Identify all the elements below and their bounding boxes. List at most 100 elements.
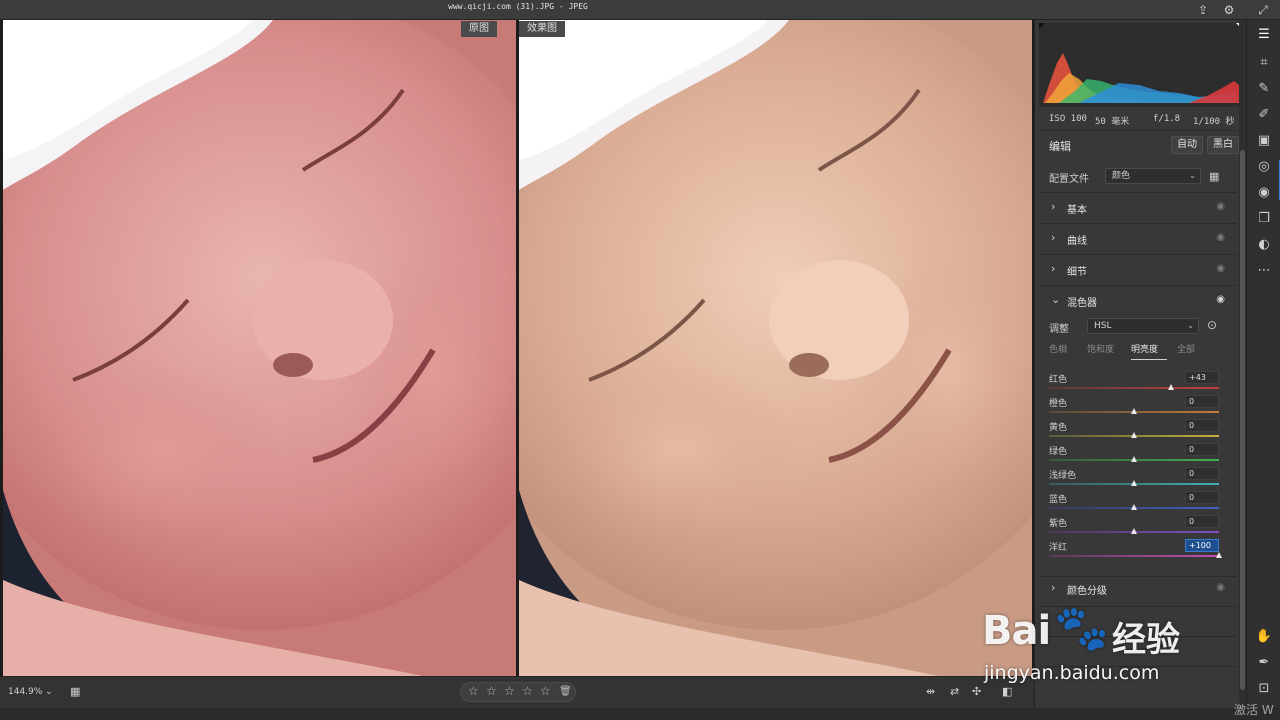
tab-saturation[interactable]: 饱和度 (1087, 342, 1114, 355)
slider-label: 黄色 (1049, 423, 1068, 433)
filmstrip-icon[interactable]: ▦ (70, 685, 80, 698)
chevron-down-icon: ⌄ (1189, 171, 1196, 180)
slider-value-input[interactable]: 0 (1185, 443, 1219, 456)
before-after-icon[interactable]: ⇹ (926, 685, 935, 698)
edit-sliders-icon[interactable]: ☰ (1247, 24, 1280, 46)
snapshots-icon[interactable]: ❐ (1247, 208, 1280, 230)
histogram (1039, 23, 1242, 107)
hsl-slider-row[interactable]: 红色 +43 (1035, 371, 1241, 396)
black-white-button[interactable]: 黑白 (1207, 136, 1239, 154)
hsl-slider-row[interactable]: 浅绿色 0 (1035, 467, 1241, 492)
hsl-slider-row[interactable]: 绿色 0 (1035, 443, 1241, 468)
slider-thumb[interactable] (1131, 480, 1137, 486)
panel-scrollbar[interactable] (1239, 20, 1246, 708)
slider-thumb[interactable] (1167, 384, 1174, 390)
eye-icon[interactable]: ◉ (1216, 294, 1225, 305)
eyedropper-icon[interactable]: ✒ (1247, 652, 1280, 674)
slider-label: 橙色 (1049, 399, 1068, 409)
hsl-slider-row[interactable]: 橙色 0 (1035, 395, 1241, 420)
gear-icon[interactable]: ⚙ (1220, 1, 1238, 19)
slider-value-input[interactable]: +100 (1185, 539, 1219, 552)
gradient-icon[interactable]: ▣ (1247, 130, 1280, 152)
toggle-icon[interactable]: ⊡ (1247, 678, 1280, 700)
radial-icon[interactable]: ◎ (1247, 156, 1280, 178)
tab-all[interactable]: 全部 (1177, 342, 1195, 355)
baidu-watermark: Bai 🐾 经验 jingyan.baidu.com (982, 600, 1222, 696)
before-label: 原图 (461, 21, 497, 37)
chevron-down-icon: ⌄ (1187, 321, 1194, 330)
fullscreen-icon[interactable]: ⤢ (1254, 1, 1272, 19)
section-curve[interactable]: › 曲线 ◉ (1035, 224, 1241, 254)
slider-thumb[interactable] (1131, 432, 1137, 438)
slider-label: 洋红 (1049, 543, 1068, 553)
hsl-slider-row[interactable]: 蓝色 0 (1035, 491, 1241, 516)
slider-value-input[interactable]: 0 (1185, 491, 1219, 504)
hsl-slider-row[interactable]: 紫色 0 (1035, 515, 1241, 540)
eye-icon[interactable]: ◉ (1216, 263, 1225, 274)
slider-thumb[interactable] (1216, 552, 1222, 558)
chevron-right-icon: › (1051, 581, 1056, 594)
profile-browser-icon[interactable]: ▦ (1209, 170, 1219, 183)
target-adjust-icon[interactable]: ⊙ (1207, 318, 1217, 332)
exif-shutter: 1/100 秒 (1193, 117, 1235, 127)
hsl-slider-row[interactable]: 黄色 0 (1035, 419, 1241, 444)
slider-thumb[interactable] (1131, 528, 1137, 534)
image-viewer: 原图 效果图 (0, 20, 1034, 676)
after-label: 效果图 (519, 21, 565, 37)
star-icon[interactable]: ☆ (486, 684, 497, 698)
slider-thumb[interactable] (1131, 456, 1137, 462)
paw-icon: 🐾 (1054, 603, 1109, 654)
scroll-thumb[interactable] (1240, 150, 1245, 690)
slider-value-input[interactable]: 0 (1185, 467, 1219, 480)
slider-thumb[interactable] (1131, 408, 1137, 414)
tab-hue[interactable]: 色相 (1049, 342, 1067, 355)
slider-track[interactable] (1049, 555, 1219, 557)
adjust-label: 调整 (1049, 324, 1069, 335)
slider-value-input[interactable]: 0 (1185, 515, 1219, 528)
section-mixer[interactable]: ⌄ 混色器 ◉ (1035, 286, 1241, 316)
after-image: 效果图 (519, 20, 1032, 676)
tab-luminance[interactable]: 明亮度 (1131, 342, 1158, 355)
before-image: 原图 (3, 20, 516, 676)
section-basic[interactable]: › 基本 ◉ (1035, 193, 1241, 223)
chevron-right-icon: › (1051, 231, 1056, 244)
eye-icon[interactable]: ◉ (1216, 582, 1225, 593)
section-label: 曲线 (1067, 236, 1087, 247)
slider-value-input[interactable]: 0 (1185, 395, 1219, 408)
hand-icon[interactable]: ✋ (1247, 626, 1280, 648)
star-icon[interactable]: ☆ (468, 684, 479, 698)
eye-icon[interactable]: ◉ (1216, 232, 1225, 243)
slider-track[interactable] (1049, 387, 1219, 389)
slider-label: 绿色 (1049, 447, 1068, 457)
rating-stars[interactable]: ☆ ☆ ☆ ☆ ☆ 🗑 (460, 682, 576, 702)
chevron-down-icon: ⌄ (1051, 293, 1061, 306)
adjust-select[interactable]: HSL ⌄ (1087, 318, 1199, 334)
copy-settings-icon[interactable]: ✣ (972, 685, 981, 698)
slider-thumb[interactable] (1131, 504, 1137, 510)
redeye-icon[interactable]: ◉ (1247, 182, 1280, 204)
trash-icon[interactable]: 🗑 (559, 686, 572, 697)
slider-value-input[interactable]: +43 (1185, 371, 1219, 384)
more-icon[interactable]: ⋯ (1247, 260, 1280, 282)
healing-icon[interactable]: ✎ (1247, 78, 1280, 100)
eye-icon[interactable]: ◉ (1216, 201, 1225, 212)
exif-iso: ISO 100 (1049, 114, 1087, 124)
profile-select[interactable]: 颜色 ⌄ (1105, 168, 1201, 184)
crop-icon[interactable]: ⌗ (1247, 52, 1280, 74)
presets-icon[interactable]: ◐ (1247, 234, 1280, 256)
auto-button[interactable]: 自动 (1171, 136, 1203, 154)
export-icon[interactable]: ⇪ (1194, 1, 1212, 19)
star-icon[interactable]: ☆ (540, 684, 551, 698)
section-label: 基本 (1067, 205, 1087, 216)
section-detail[interactable]: › 细节 ◉ (1035, 255, 1241, 285)
status-strip (0, 708, 1280, 720)
swap-icon[interactable]: ⇄ (950, 685, 959, 698)
section-label: 混色器 (1067, 298, 1097, 309)
slider-value-input[interactable]: 0 (1185, 419, 1219, 432)
hsl-slider-row[interactable]: 洋红 +100 (1035, 539, 1241, 564)
brush-icon[interactable]: ✐ (1247, 104, 1280, 126)
star-icon[interactable]: ☆ (522, 684, 533, 698)
exif-focal: 50 毫米 (1095, 117, 1130, 127)
star-icon[interactable]: ☆ (504, 684, 515, 698)
zoom-dropdown[interactable]: 144.9% ⌄ (8, 687, 53, 697)
